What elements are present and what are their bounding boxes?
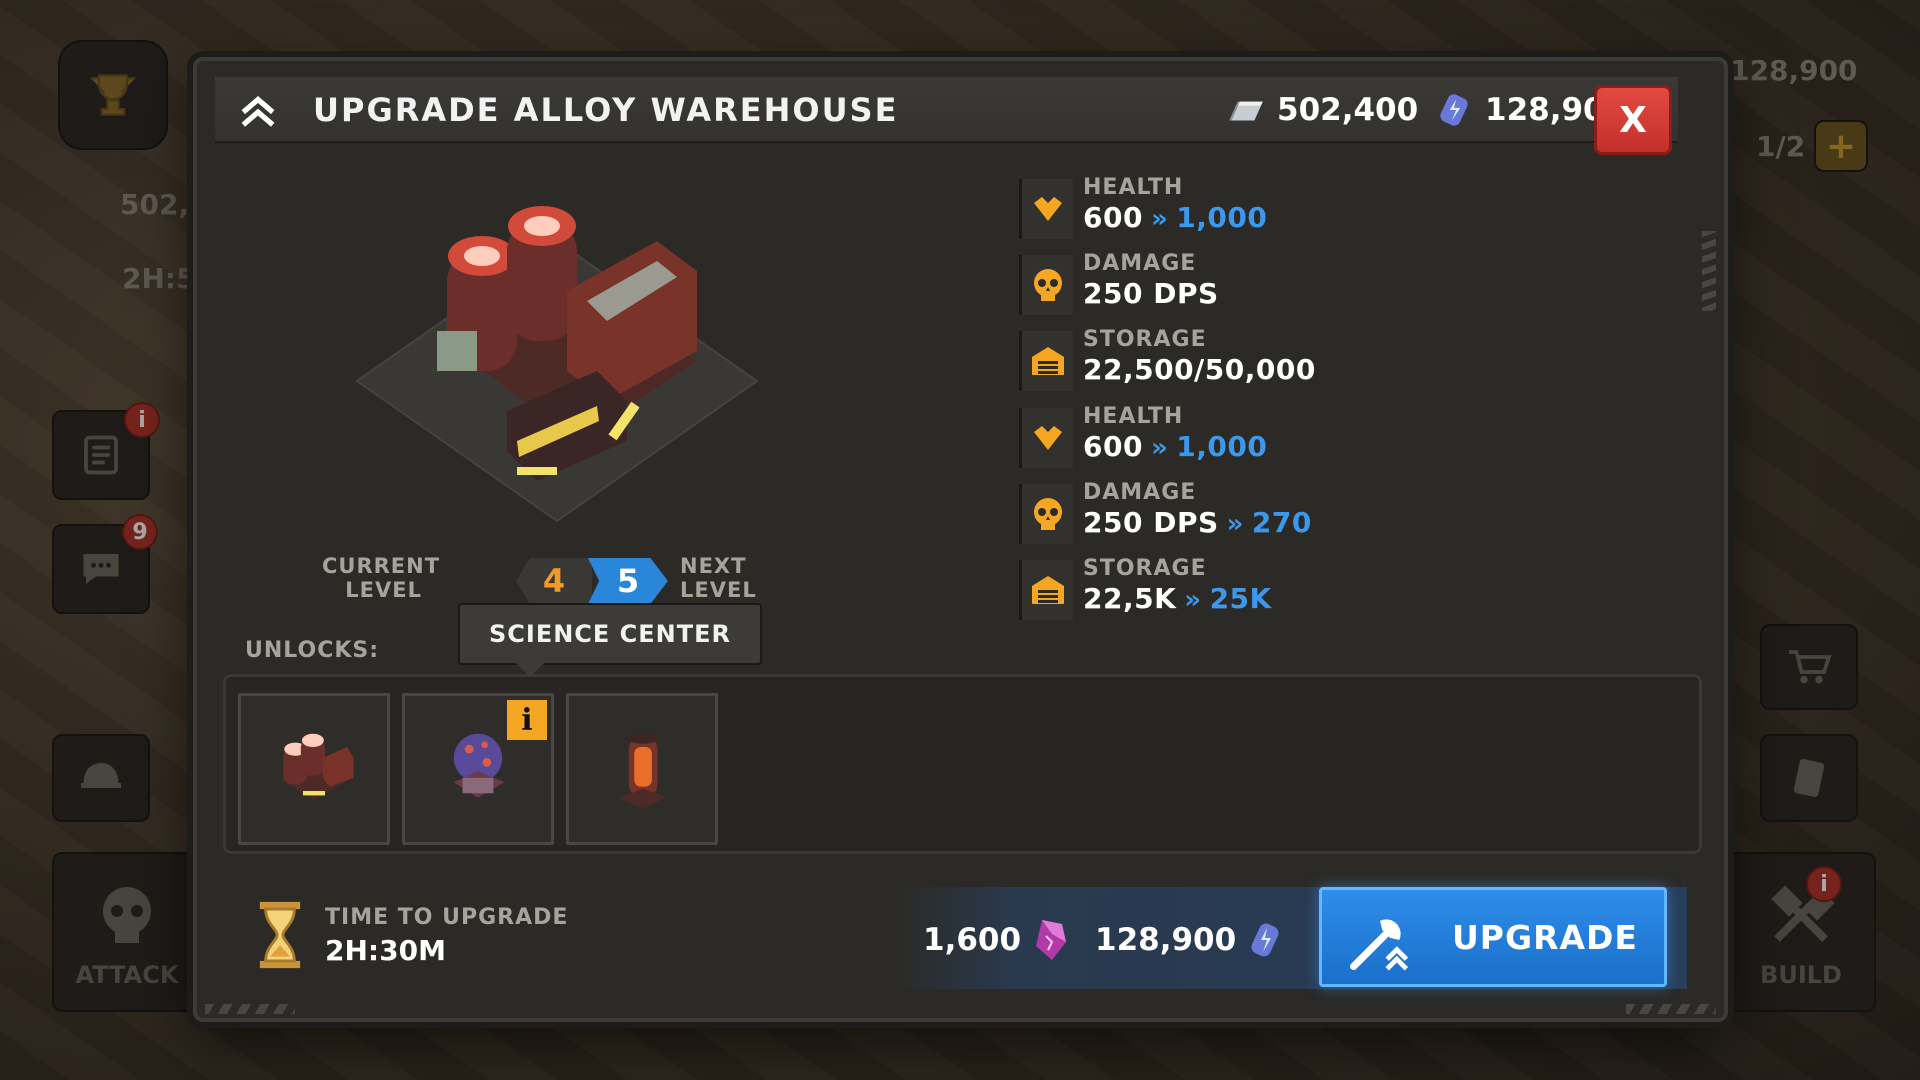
double-chevron-right-icon: » [1226,509,1244,539]
energy-cost-amount: 128,900 [1095,922,1237,958]
upgrade-button[interactable]: UPGRADE [1319,887,1667,987]
double-chevron-right-icon: » [1184,585,1202,615]
heart-icon [1033,197,1062,221]
corner-decoration [1626,1004,1716,1014]
time-to-upgrade-value: 2H:30M [325,934,446,967]
upgrade-modal: UPGRADE ALLOY WAREHOUSE 502,400 128,900 … [193,57,1728,1022]
alloy-warehouse-image [355,206,759,523]
double-chevron-up-icon [241,96,275,127]
skull-icon [1033,498,1062,530]
upgrade-button-label: UPGRADE [1452,918,1638,957]
hourglass-icon [259,901,301,969]
energy-tank-thumbnail [620,732,667,809]
energy-cell-icon [1440,94,1468,126]
alloy-amount: 502,400 [1277,92,1419,128]
gem-cost: 1,600 [923,916,1071,964]
warehouse-thumbnail [281,733,354,800]
double-chevron-right-icon: » [1150,433,1169,463]
skull-icon [1033,269,1062,301]
alloy-bar-icon [1229,101,1263,121]
storage-icon [1031,347,1064,375]
unlock-item-warehouse[interactable] [238,693,390,845]
gem-cost-amount: 1,600 [923,922,1022,958]
unlock-item-energy-tank[interactable] [566,693,718,845]
unlock-item-science-center[interactable]: i [402,693,554,845]
modal-title: UPGRADE ALLOY WAREHOUSE [313,91,899,129]
energy-cost: 128,900 [1095,916,1286,964]
storage-icon [1031,576,1064,604]
unlocks-label: UNLOCKS: [245,638,380,663]
unlock-tooltip: SCIENCE CENTER [458,603,762,665]
time-to-upgrade-label: TIME TO UPGRADE [325,905,569,930]
heart-icon [1033,426,1062,450]
alloy-resource: 502,400 [1225,89,1418,131]
corner-decoration [205,1004,295,1014]
info-icon[interactable]: i [507,700,547,740]
close-button[interactable]: X [1594,85,1672,155]
scroll-indicator[interactable] [1702,231,1716,311]
unlocks-panel: i [223,674,1702,854]
crystal-icon [1036,920,1067,960]
tooltip-arrow [516,663,544,677]
double-chevron-right-icon: » [1150,204,1169,234]
next-level-label: NEXT LEVEL [680,554,757,602]
current-level-label: CURRENT LEVEL [322,554,441,602]
current-level-value: 4 [516,558,592,604]
wrench-upgrade-icon [1350,919,1409,971]
energy-cell-icon [1251,923,1279,957]
modal-titlebar: UPGRADE ALLOY WAREHOUSE 502,400 128,900 … [215,77,1678,155]
